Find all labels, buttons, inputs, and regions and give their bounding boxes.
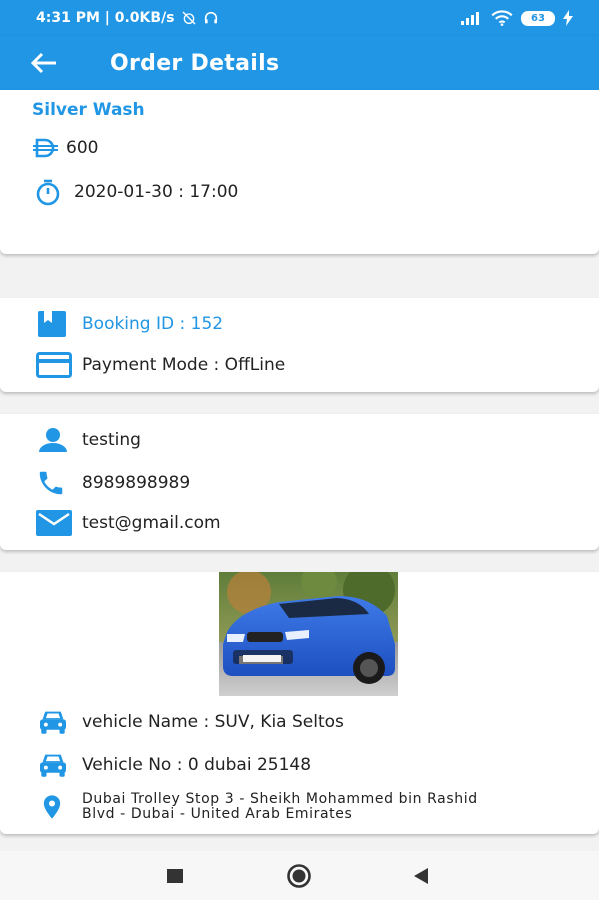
address-row: Dubai Trolley Stop 3 - Sheikh Mohammed b… (38, 792, 478, 822)
battery-icon: 63 (521, 10, 555, 26)
vehicle-number: Vehicle No : 0 dubai 25148 (82, 755, 312, 775)
vehicle-no-row: Vehicle No : 0 dubai 25148 (36, 752, 311, 778)
car-icon (36, 709, 82, 735)
page-title: Order Details (110, 50, 280, 76)
price-row: 600 (32, 138, 98, 158)
vehicle-photo (219, 572, 398, 696)
service-name: Silver Wash (32, 100, 145, 120)
phone-row[interactable]: 8989898989 (36, 468, 190, 498)
payment-row: Payment Mode : OffLine (36, 352, 285, 378)
arrow-back-icon (31, 52, 56, 74)
payment-mode: Payment Mode : OffLine (82, 355, 286, 375)
status-bar: 4:31 PM | 0.0KB/s 63 (0, 0, 599, 36)
address-line-1: Dubai Trolley Stop 3 - Sheikh Mohammed b… (82, 791, 478, 807)
price-value: 600 (66, 138, 99, 158)
app-bar: Order Details (0, 36, 599, 90)
customer-card: testing 8989898989 test@gmail.com (0, 414, 599, 550)
signal-icon (461, 12, 479, 25)
vehicle-name: vehicle Name : SUV, Kia Seltos (82, 712, 344, 732)
home-button[interactable] (286, 864, 312, 892)
headset-icon (204, 11, 217, 24)
email-icon (36, 510, 82, 536)
bookmark-icon (36, 310, 82, 338)
booking-id: Booking ID : 152 (82, 314, 224, 334)
customer-name: testing (82, 430, 141, 450)
credit-card-icon (36, 352, 82, 378)
charging-icon (563, 10, 573, 26)
datetime-row: 2020-01-30 : 17:00 (34, 178, 238, 206)
triangle-back-icon (414, 868, 428, 884)
customer-name-row: testing (36, 426, 141, 454)
timer-icon (34, 178, 74, 206)
email-row[interactable]: test@gmail.com (36, 510, 221, 536)
square-icon (167, 869, 183, 883)
vehicle-card: vehicle Name : SUV, Kia Seltos Vehicle N… (0, 572, 599, 834)
status-left: 4:31 PM | 0.0KB/s (36, 10, 219, 26)
circle-icon (287, 864, 311, 888)
address-line-2: Blvd - Dubai - United Arab Emirates (82, 806, 353, 822)
status-time: 4:31 PM | 0.0KB/s (36, 10, 175, 26)
customer-phone[interactable]: 8989898989 (82, 473, 190, 493)
phone-icon (36, 468, 82, 498)
system-nav-bar (0, 851, 599, 900)
vehicle-name-row: vehicle Name : SUV, Kia Seltos (36, 709, 344, 735)
person-icon (36, 426, 82, 454)
booking-id-row: Booking ID : 152 (36, 310, 223, 338)
vehicle-address: Dubai Trolley Stop 3 - Sheikh Mohammed b… (82, 792, 478, 822)
booking-card: Booking ID : 152 Payment Mode : OffLine (0, 298, 599, 392)
recents-button[interactable] (166, 868, 184, 888)
location-pin-icon (38, 792, 82, 822)
nav-back-button[interactable] (412, 867, 430, 889)
dirham-icon (32, 138, 66, 158)
back-button[interactable] (22, 41, 66, 85)
alarm-off-icon (182, 11, 196, 25)
status-right: 63 (461, 10, 573, 26)
datetime-value: 2020-01-30 : 17:00 (74, 182, 239, 202)
wifi-icon (491, 10, 513, 26)
car-icon (36, 752, 82, 778)
customer-email[interactable]: test@gmail.com (82, 513, 221, 533)
service-card: Silver Wash 600 2020-01-30 : 17:00 (0, 90, 599, 254)
